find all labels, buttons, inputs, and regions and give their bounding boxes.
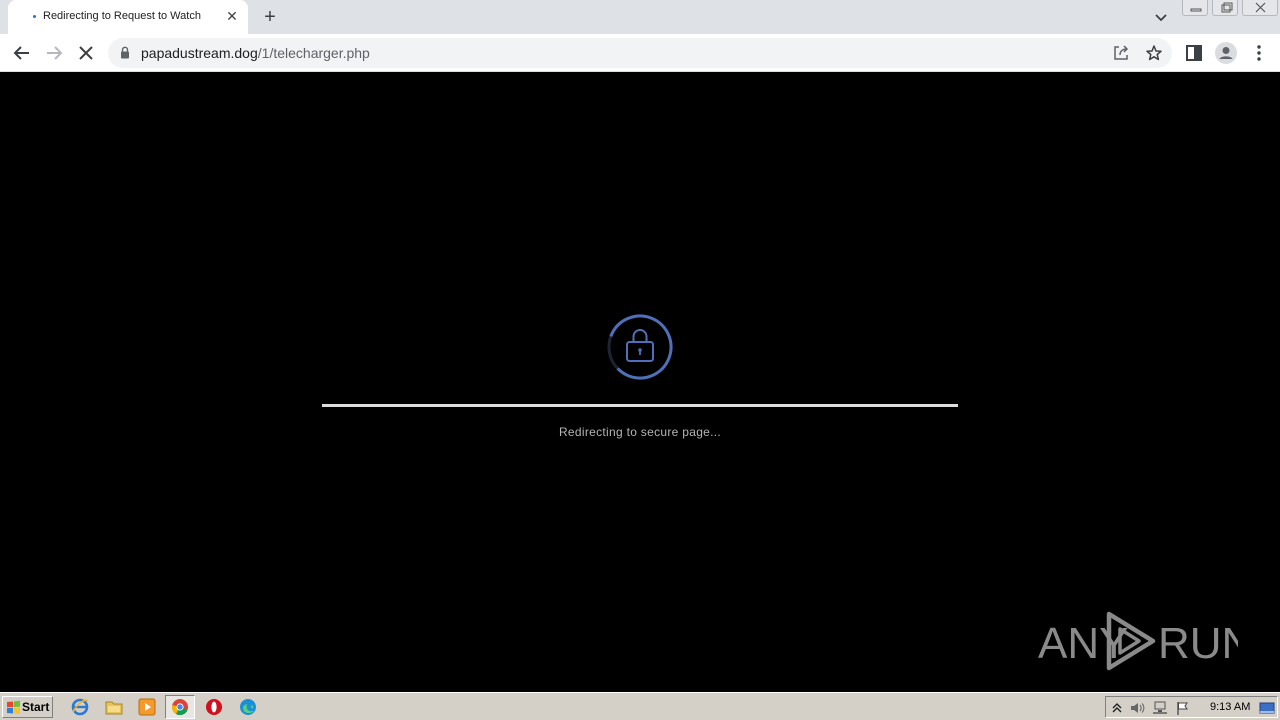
tab-strip: Redirecting to Request to Watch ✕ + bbox=[0, 0, 1280, 34]
bookmark-star-icon[interactable] bbox=[1145, 44, 1163, 62]
back-arrow-icon[interactable] bbox=[10, 41, 34, 65]
tab-search-icon[interactable] bbox=[1150, 6, 1172, 28]
anyrun-watermark-logo: ANY RUN bbox=[1038, 611, 1238, 671]
browser-toolbar: papadustream.dog/1/telecharger.php bbox=[0, 34, 1280, 72]
page-viewport: Redirecting to secure page... ANY RUN bbox=[0, 72, 1280, 692]
url-host: papadustream.dog bbox=[141, 45, 258, 61]
restore-icon bbox=[1221, 2, 1233, 13]
forward-arrow-icon[interactable] bbox=[42, 41, 66, 65]
secure-lock-icon[interactable] bbox=[120, 46, 130, 59]
minimize-button[interactable] bbox=[1182, 0, 1208, 16]
show-desktop-icon[interactable] bbox=[1259, 700, 1275, 716]
system-tray: 9:13 AM bbox=[1105, 696, 1278, 718]
profile-avatar-icon[interactable] bbox=[1214, 41, 1238, 65]
close-icon bbox=[1255, 2, 1266, 13]
stop-loading-icon[interactable] bbox=[74, 41, 98, 65]
watermark-text-right: RUN bbox=[1158, 619, 1238, 668]
opera-icon[interactable] bbox=[204, 697, 224, 717]
media-player-icon[interactable] bbox=[137, 697, 157, 717]
redirect-progress-bar bbox=[322, 404, 958, 407]
redirect-status-text: Redirecting to secure page... bbox=[558, 425, 722, 439]
url-text[interactable]: papadustream.dog/1/telecharger.php bbox=[141, 45, 370, 61]
browser-tab[interactable]: Redirecting to Request to Watch ✕ bbox=[8, 0, 248, 34]
volume-icon[interactable] bbox=[1129, 700, 1145, 716]
edge-icon[interactable] bbox=[238, 697, 258, 717]
windows-logo-icon bbox=[7, 700, 20, 714]
progress-fill bbox=[322, 404, 958, 407]
new-tab-button[interactable]: + bbox=[259, 6, 281, 28]
window-controls bbox=[1182, 0, 1278, 18]
url-path: /1/telecharger.php bbox=[257, 45, 370, 61]
network-icon[interactable] bbox=[1152, 700, 1168, 716]
close-window-button[interactable] bbox=[1242, 0, 1278, 16]
start-button[interactable]: Start bbox=[2, 696, 53, 718]
loading-spinner bbox=[607, 314, 673, 380]
start-label: Start bbox=[22, 700, 50, 714]
tray-expand-icon[interactable] bbox=[1109, 700, 1125, 716]
watermark-text-left: ANY bbox=[1038, 619, 1128, 668]
tab-close-icon[interactable]: ✕ bbox=[224, 8, 240, 24]
padlock-icon bbox=[626, 329, 654, 362]
side-panel-icon[interactable] bbox=[1182, 41, 1206, 65]
minimize-icon bbox=[1190, 8, 1202, 12]
folder-icon[interactable] bbox=[104, 697, 124, 717]
chrome-icon[interactable] bbox=[170, 697, 190, 717]
tab-title: Redirecting to Request to Watch bbox=[43, 10, 201, 22]
share-icon[interactable] bbox=[1112, 44, 1130, 62]
address-bar[interactable]: papadustream.dog/1/telecharger.php bbox=[108, 38, 1172, 68]
internet-explorer-icon[interactable] bbox=[70, 697, 90, 717]
restore-button[interactable] bbox=[1212, 0, 1238, 16]
loading-dot-icon bbox=[33, 15, 36, 18]
taskbar-clock[interactable]: 9:13 AM bbox=[1210, 701, 1250, 713]
action-center-flag-icon[interactable] bbox=[1175, 700, 1191, 716]
taskbar: Start 9:13 AM bbox=[0, 692, 1280, 720]
menu-kebab-icon[interactable] bbox=[1247, 41, 1271, 65]
